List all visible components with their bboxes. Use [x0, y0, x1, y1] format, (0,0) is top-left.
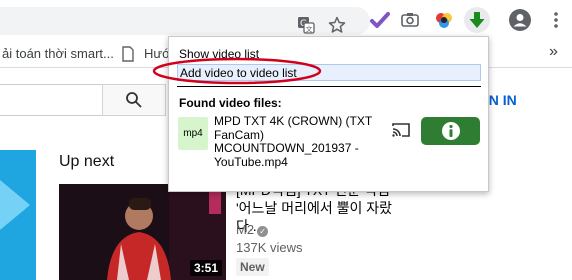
- info-button[interactable]: [421, 117, 480, 145]
- popup-divider: [177, 86, 481, 87]
- menu-icon[interactable]: [546, 10, 566, 30]
- view-count: 137K views: [236, 240, 303, 255]
- new-badge: New: [236, 258, 269, 276]
- found-files-heading: Found video files:: [179, 96, 282, 110]
- search-button[interactable]: [102, 84, 166, 116]
- show-video-list-item[interactable]: Show video list: [177, 46, 481, 63]
- info-icon: [441, 122, 460, 140]
- search-input[interactable]: [0, 84, 103, 116]
- extension-icon[interactable]: [370, 10, 390, 30]
- bookmarks-overflow-button[interactable]: »: [549, 43, 558, 61]
- bookmark-item[interactable]: Hướ: [144, 46, 171, 61]
- page-icon: [122, 46, 134, 62]
- side-thumbnail[interactable]: [0, 150, 36, 280]
- translate-icon[interactable]: G文: [297, 16, 315, 34]
- profile-icon[interactable]: [509, 9, 531, 31]
- video-file-name: MPD TXT 4K (CROWN) (TXT FanCam) MCOUNTDO…: [214, 114, 373, 169]
- bookmark-item[interactable]: ải toán thời smart...: [2, 46, 114, 61]
- browser-toolbar: G文: [0, 0, 572, 40]
- extension-popup: Show video list Add video to video list …: [168, 36, 489, 192]
- colors-icon[interactable]: [434, 10, 454, 30]
- file-type-badge: mp4: [178, 117, 208, 150]
- search-icon: [126, 92, 142, 108]
- video-duration: 3:51: [189, 260, 222, 276]
- video-thumbnail[interactable]: 3:51: [59, 184, 226, 280]
- up-next-heading: Up next: [59, 153, 115, 170]
- address-bar[interactable]: G文: [0, 7, 370, 35]
- channel-name-text: M2: [236, 222, 255, 237]
- add-video-to-list-item[interactable]: Add video to video list: [177, 64, 481, 81]
- star-icon[interactable]: [328, 16, 346, 34]
- svg-text:文: 文: [306, 25, 313, 34]
- camera-icon[interactable]: [400, 10, 420, 30]
- download-arrow-icon[interactable]: [464, 7, 490, 33]
- cast-icon[interactable]: [391, 121, 411, 139]
- channel-name[interactable]: M2 ✓: [236, 222, 269, 237]
- verified-icon: ✓: [257, 226, 269, 237]
